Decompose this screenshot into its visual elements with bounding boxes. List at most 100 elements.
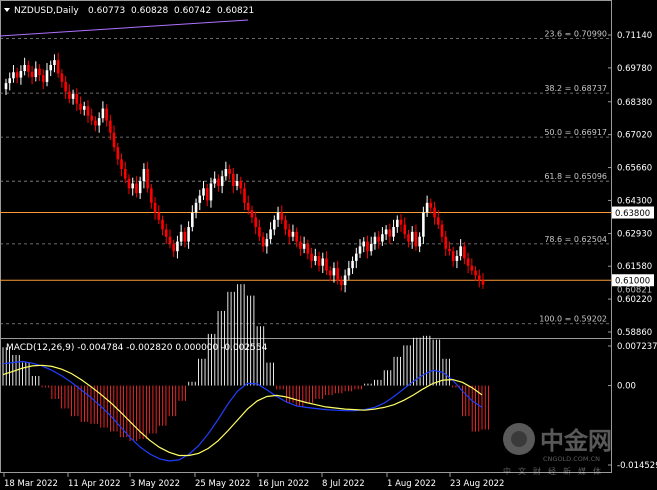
candle-body (310, 253, 313, 261)
candle-body (202, 188, 205, 196)
candle-body (168, 236, 172, 244)
candle-body (235, 181, 239, 186)
candle-body (347, 268, 351, 276)
candle-body (455, 256, 459, 261)
candle-body (194, 202, 198, 213)
candle-body (273, 219, 276, 230)
candle-body (306, 243, 310, 254)
fib-level-label: 50.0 = 0.66917 (544, 128, 607, 137)
price-tick-label: 0.64300 (617, 196, 652, 206)
candle-body (198, 195, 202, 203)
candle-body (4, 83, 8, 90)
candle-body (112, 132, 116, 148)
candle-body (217, 178, 220, 186)
candle-body (470, 265, 474, 271)
candle-body (75, 94, 79, 104)
fib-level-label: 61.8 = 0.65096 (544, 172, 607, 181)
candle-body (105, 108, 108, 121)
candle-body (191, 212, 194, 228)
candle-body (425, 202, 429, 213)
candle-body (250, 210, 254, 218)
candle-body (336, 268, 339, 281)
candle-body (123, 168, 127, 179)
candle-body (220, 176, 224, 186)
date-tick-label: 23 Aug 2022 (450, 479, 504, 489)
candle-body (131, 183, 135, 189)
candle-body (213, 178, 216, 184)
candle-body (466, 258, 470, 266)
candle-body (15, 72, 19, 78)
candle-body (377, 236, 380, 242)
candle-body (239, 181, 243, 189)
hline-price-label: 0.63800 (615, 209, 650, 219)
price-tick-label: 0.65660 (617, 164, 652, 174)
date-tick-label: 11 Apr 2022 (68, 479, 121, 489)
chart-header: NZDUSD,Daily 0.60773 0.60828 0.60742 0.6… (4, 6, 254, 16)
candle-body (384, 229, 388, 235)
candle-body (228, 168, 231, 174)
candle-body (343, 275, 347, 286)
candle-body (354, 253, 358, 261)
current-price-label: 0.60821 (617, 286, 652, 296)
candle-body (321, 258, 325, 266)
candle-body (362, 241, 366, 247)
candle-body (459, 246, 462, 257)
candle-body (314, 256, 317, 261)
candlestick-series (4, 52, 485, 293)
candle-body (179, 231, 183, 242)
macd-indicator (2, 284, 489, 462)
candle-body (127, 178, 131, 189)
candle-body (172, 243, 175, 252)
candle-body (340, 280, 343, 286)
candle-body (90, 115, 94, 121)
candle-body (183, 231, 187, 242)
candle-body (477, 275, 481, 281)
candle-body (254, 217, 257, 228)
candle-body (395, 219, 399, 228)
candle-body (410, 231, 414, 242)
fib-level-label: 78.6 = 0.62504 (544, 235, 607, 244)
candle-body (284, 219, 287, 230)
close-value: 0.60821 (217, 6, 254, 16)
date-tick-label: 16 Jun 2022 (258, 479, 309, 489)
candle-body (269, 229, 272, 240)
candle-body (317, 256, 321, 266)
candle-body (246, 202, 250, 211)
horizontal-lines[interactable]: 0.638000.610000.60821 (0, 206, 654, 296)
candle-body (205, 188, 209, 201)
candle-body (27, 64, 30, 72)
price-tick-label: 0.67020 (617, 131, 652, 141)
candle-body (280, 212, 284, 220)
dropdown-triangle-icon[interactable] (4, 8, 10, 12)
date-tick-label: 1 Aug 2022 (387, 479, 436, 489)
candle-body (373, 236, 377, 244)
trend-line[interactable] (0, 19, 249, 37)
fibonacci-levels[interactable]: 23.6 = 0.70990 38.2 = 0.68737 50.0 = 0.669… (0, 30, 611, 325)
watermark-url: CNGOLD.COM.CN (543, 455, 600, 463)
candle-body (19, 71, 23, 78)
candle-body (146, 168, 149, 189)
candle-body (407, 234, 410, 242)
candle-body (429, 202, 433, 208)
date-tick-label: 3 May 2022 (130, 479, 180, 489)
candle-body (332, 268, 336, 276)
candle-body (79, 103, 82, 110)
price-tick-label: 0.68380 (617, 98, 652, 108)
candle-body (23, 64, 26, 72)
candle-body (433, 207, 436, 218)
candle-body (38, 68, 41, 76)
candle-body (287, 229, 291, 237)
chart-window[interactable]: NZDUSD,Daily 0.60773 0.60828 0.60742 0.6… (0, 0, 657, 490)
candle-body (120, 159, 123, 169)
fib-level-label: 38.2 = 0.68737 (544, 84, 607, 93)
candle-body (325, 258, 328, 271)
date-tick-label: 25 May 2022 (195, 479, 250, 489)
candle-body (109, 120, 112, 133)
open-value: 0.60773 (88, 6, 125, 16)
candle-body (403, 224, 407, 235)
candle-body (176, 241, 179, 252)
candle-body (351, 260, 354, 269)
date-axis[interactable]: 18 Mar 2022 11 Apr 2022 3 May 2022 25 May 2… (3, 473, 504, 489)
candle-body (150, 188, 153, 203)
candle-body (451, 251, 455, 261)
